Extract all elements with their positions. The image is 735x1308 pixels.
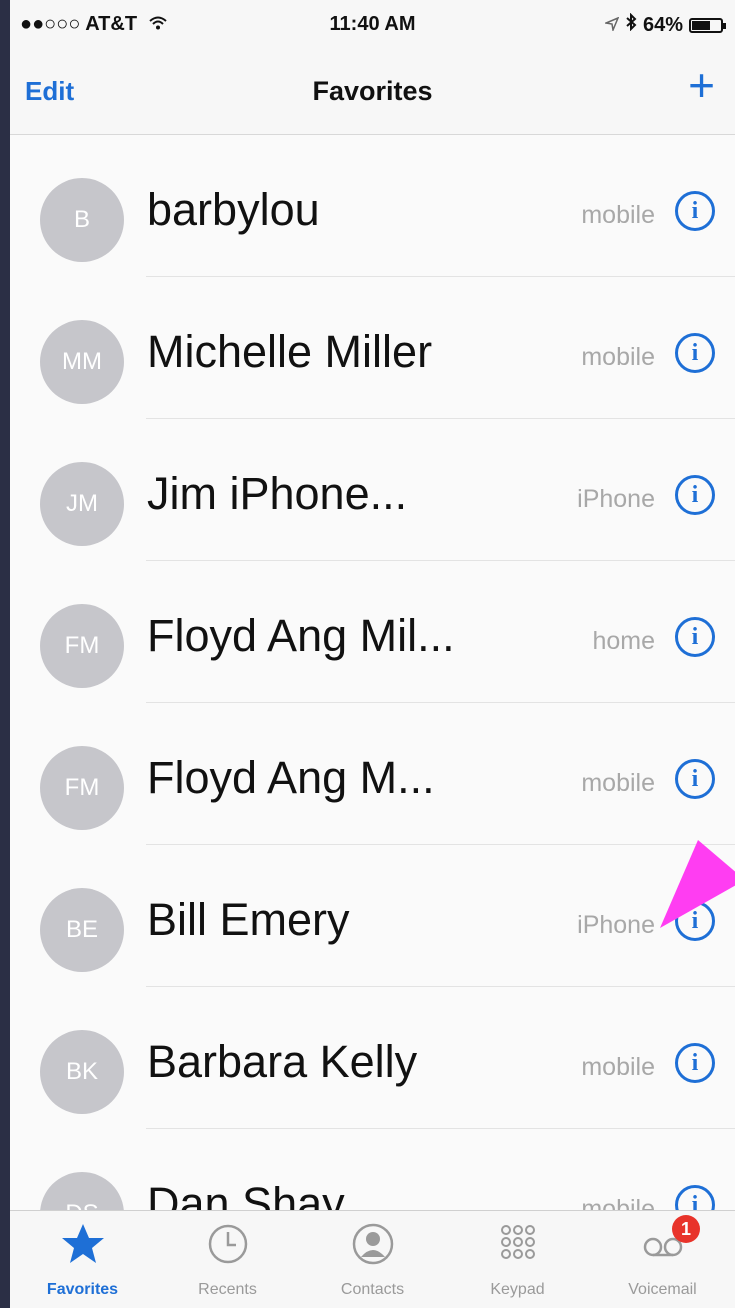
avatar: B — [40, 178, 124, 262]
tab-keypad[interactable]: Keypad — [445, 1211, 590, 1308]
info-icon[interactable]: i — [675, 759, 715, 799]
status-bar: ●●○○○ AT&T 11:40 AM 64% — [10, 0, 735, 50]
phone-type-label: iPhone — [577, 911, 655, 939]
phone-type-label: home — [592, 627, 655, 655]
phone-type-label: mobile — [581, 343, 655, 371]
favorites-list: B barbylou mobile i MM Michelle Miller m… — [10, 135, 735, 1256]
contact-name: Floyd Ang Mil... — [147, 610, 455, 661]
tab-label: Voicemail — [628, 1281, 697, 1298]
contact-name: barbylou — [147, 184, 320, 235]
avatar: BE — [40, 888, 124, 972]
tab-favorites[interactable]: Favorites — [10, 1211, 155, 1308]
clock-icon — [208, 1224, 247, 1264]
contact-name: Bill Emery — [147, 894, 350, 945]
avatar: BK — [40, 1030, 124, 1114]
avatar: MM — [40, 320, 124, 404]
tab-recents[interactable]: Recents — [155, 1211, 300, 1308]
list-item[interactable]: BE Bill Emery iPhone i — [10, 845, 735, 987]
phone-type-label: iPhone — [577, 485, 655, 513]
phone-type-label: mobile — [581, 201, 655, 229]
list-item[interactable]: JM Jim iPhone... iPhone i — [10, 419, 735, 561]
contact-name: Jim iPhone... — [147, 468, 408, 519]
phone-type-label: mobile — [581, 1053, 655, 1081]
tab-label: Keypad — [490, 1281, 545, 1298]
list-item[interactable]: MM Michelle Miller mobile i — [10, 277, 735, 419]
list-item[interactable]: B barbylou mobile i — [10, 135, 735, 277]
keypad-icon — [500, 1225, 535, 1259]
contact-name: Barbara Kelly — [147, 1036, 418, 1087]
phone-type-label: mobile — [581, 769, 655, 797]
add-favorite-button[interactable]: + — [688, 62, 715, 108]
status-right: 64% — [603, 12, 726, 37]
phone-screen: ●●○○○ AT&T 11:40 AM 64% Edit Favorites +… — [10, 0, 735, 1308]
battery-percent: 64% — [642, 13, 683, 36]
avatar: FM — [40, 746, 124, 830]
tab-contacts[interactable]: Contacts — [300, 1211, 445, 1308]
list-item[interactable]: FM Floyd Ang Mil... home i — [10, 561, 735, 703]
contact-icon — [352, 1223, 393, 1265]
list-item[interactable]: BK Barbara Kelly mobile i — [10, 987, 735, 1129]
tab-label: Recents — [198, 1281, 257, 1298]
navigation-bar: Edit Favorites + — [10, 50, 735, 135]
contact-name: Floyd Ang M... — [147, 752, 435, 803]
tab-label: Favorites — [46, 1281, 119, 1298]
battery-fill — [692, 20, 710, 30]
info-icon[interactable]: i — [675, 617, 715, 657]
info-icon[interactable]: i — [675, 191, 715, 231]
tab-label: Contacts — [340, 1281, 405, 1298]
location-icon — [603, 14, 620, 37]
contact-name: Michelle Miller — [147, 326, 433, 377]
list-item[interactable]: FM Floyd Ang M... mobile i — [10, 703, 735, 845]
battery-icon — [689, 17, 726, 33]
annotation-arrow-icon — [660, 840, 735, 928]
info-icon[interactable]: i — [675, 333, 715, 373]
info-icon[interactable]: i — [675, 1043, 715, 1083]
tab-voicemail[interactable]: 1 Voicemail — [590, 1211, 735, 1308]
avatar: JM — [40, 462, 124, 546]
avatar: FM — [40, 604, 124, 688]
info-icon[interactable]: i — [675, 475, 715, 515]
voicemail-badge: 1 — [672, 1215, 700, 1243]
tab-bar: Favorites Recents Contacts Keypad 1 Voic… — [10, 1210, 735, 1308]
star-icon — [61, 1224, 104, 1263]
page-title: Favorites — [312, 76, 433, 106]
bluetooth-icon — [625, 12, 637, 37]
